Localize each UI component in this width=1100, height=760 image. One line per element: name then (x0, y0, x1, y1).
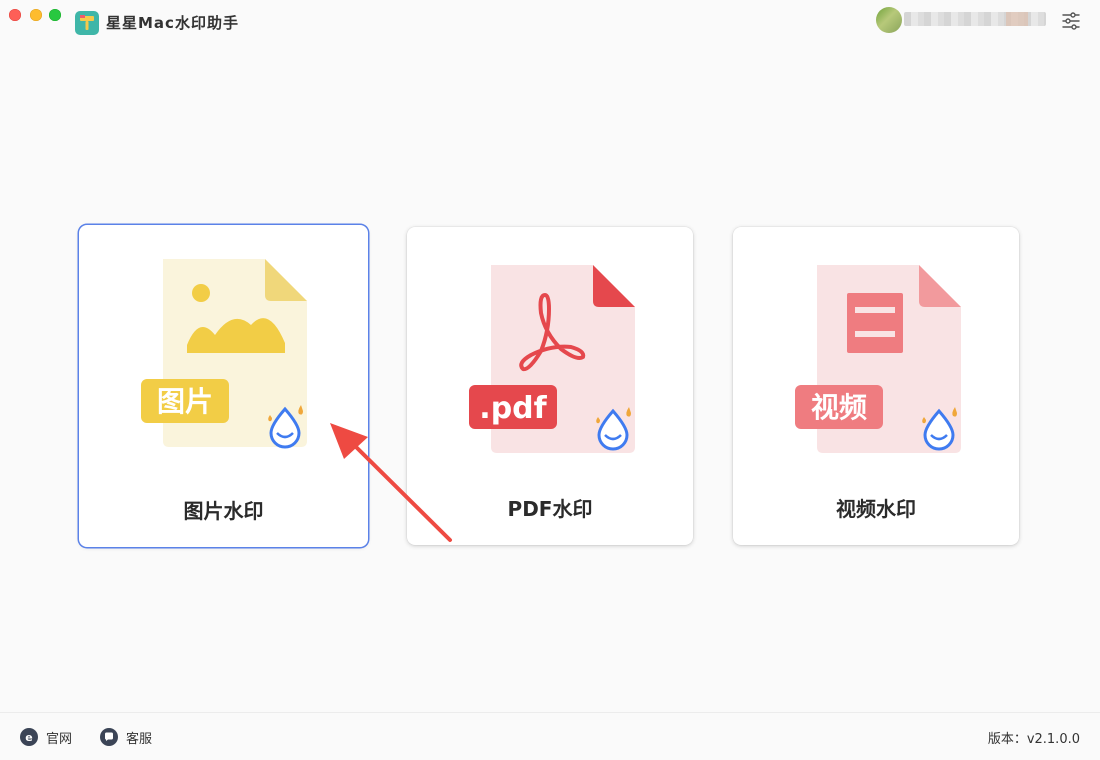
website-e-icon: e (20, 728, 38, 746)
settings-sliders-icon[interactable] (1060, 10, 1082, 32)
app-title: 星星Mac水印助手 (106, 14, 239, 32)
image-watermark-card[interactable]: 图片 图片水印 (79, 225, 368, 547)
pdf-file-icon: .pdf (469, 265, 635, 453)
app-logo-icon (75, 11, 99, 35)
website-link[interactable]: e 官网 (20, 727, 72, 747)
support-link[interactable]: 客服 (100, 727, 152, 747)
title-bar: 星星Mac水印助手 (0, 0, 1100, 44)
image-file-icon: 图片 (141, 259, 307, 449)
image-watermark-label: 图片水印 (183, 499, 264, 523)
username-blurred[interactable] (904, 12, 1046, 26)
pdf-watermark-label: PDF水印 (507, 497, 593, 521)
chat-bubble-icon (100, 728, 118, 746)
support-label: 客服 (126, 731, 153, 747)
version-text: 版本：v2.1.0.0 (987, 732, 1080, 747)
close-window-button[interactable] (9, 9, 21, 21)
app-window: 星星Mac水印助手 图片 图片水印 .pdf PDF水印 视频 视频水印 e 官… (0, 0, 1100, 760)
video-file-icon: 视频 (795, 265, 961, 453)
pdf-badge-text: .pdf (479, 391, 547, 426)
image-badge-text: 图片 (157, 385, 213, 418)
footer-bar: e 官网 客服 版本：v2.1.0.0 (0, 712, 1100, 760)
video-watermark-card[interactable]: 视频 视频水印 (733, 227, 1019, 545)
pdf-watermark-card[interactable]: .pdf PDF水印 (407, 227, 693, 545)
minimize-window-button[interactable] (30, 9, 42, 21)
video-watermark-label: 视频水印 (836, 497, 916, 521)
zoom-window-button[interactable] (49, 9, 61, 21)
video-badge-text: 视频 (811, 391, 867, 424)
website-label: 官网 (46, 731, 73, 747)
user-avatar[interactable] (876, 7, 902, 33)
